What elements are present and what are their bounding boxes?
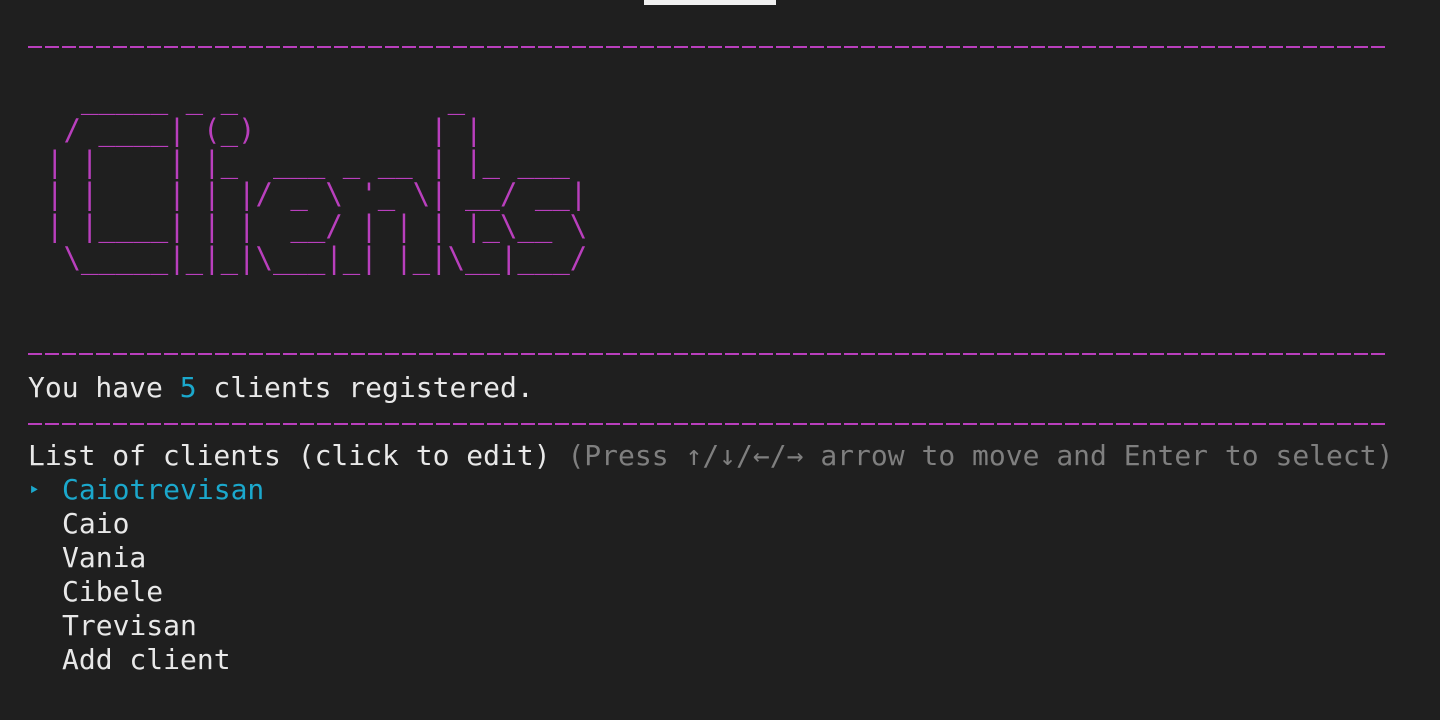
prompt-hint: (Press ↑/↓/←/→ arrow to move and Enter t… <box>567 439 1394 472</box>
client-menu: ‣ Caiotrevisan Caio Vania Cibele Trevisan… <box>28 473 264 677</box>
menu-item-cibele[interactable]: Cibele <box>28 575 264 609</box>
menu-item-label: Caio <box>62 507 130 540</box>
prompt-question: List of clients (click to edit) <box>28 439 551 472</box>
menu-item-trevisan[interactable]: Trevisan <box>28 609 264 643</box>
divider-middle <box>28 353 1388 355</box>
clients-ascii-banner: _____ _ _ _ / ____| (_) | | | | | |_ ___… <box>46 81 588 275</box>
client-count: 5 <box>179 371 197 404</box>
menu-item-label: Vania <box>62 541 147 574</box>
client-count-summary: You have 5 clients registered. <box>28 371 534 405</box>
divider-top <box>28 46 1388 48</box>
selection-pointer-icon: ‣ <box>28 478 41 502</box>
menu-item-label: Cibele <box>62 575 164 608</box>
divider-bottom <box>28 423 1388 425</box>
menu-item-label: Add client <box>62 643 231 676</box>
summary-prefix: You have <box>28 371 180 404</box>
menu-item-label: Caiotrevisan <box>62 473 265 506</box>
menu-item-label: Trevisan <box>62 609 197 642</box>
menu-item-caio[interactable]: Caio <box>28 507 264 541</box>
menu-item-vania[interactable]: Vania <box>28 541 264 575</box>
menu-item-add-client[interactable]: Add client <box>28 643 264 677</box>
client-list-prompt: List of clients (click to edit) (Press ↑… <box>28 439 1393 473</box>
window-active-indicator <box>644 0 776 5</box>
summary-suffix: clients registered. <box>196 371 534 404</box>
menu-item-caiotrevisan[interactable]: ‣ Caiotrevisan <box>28 473 264 507</box>
